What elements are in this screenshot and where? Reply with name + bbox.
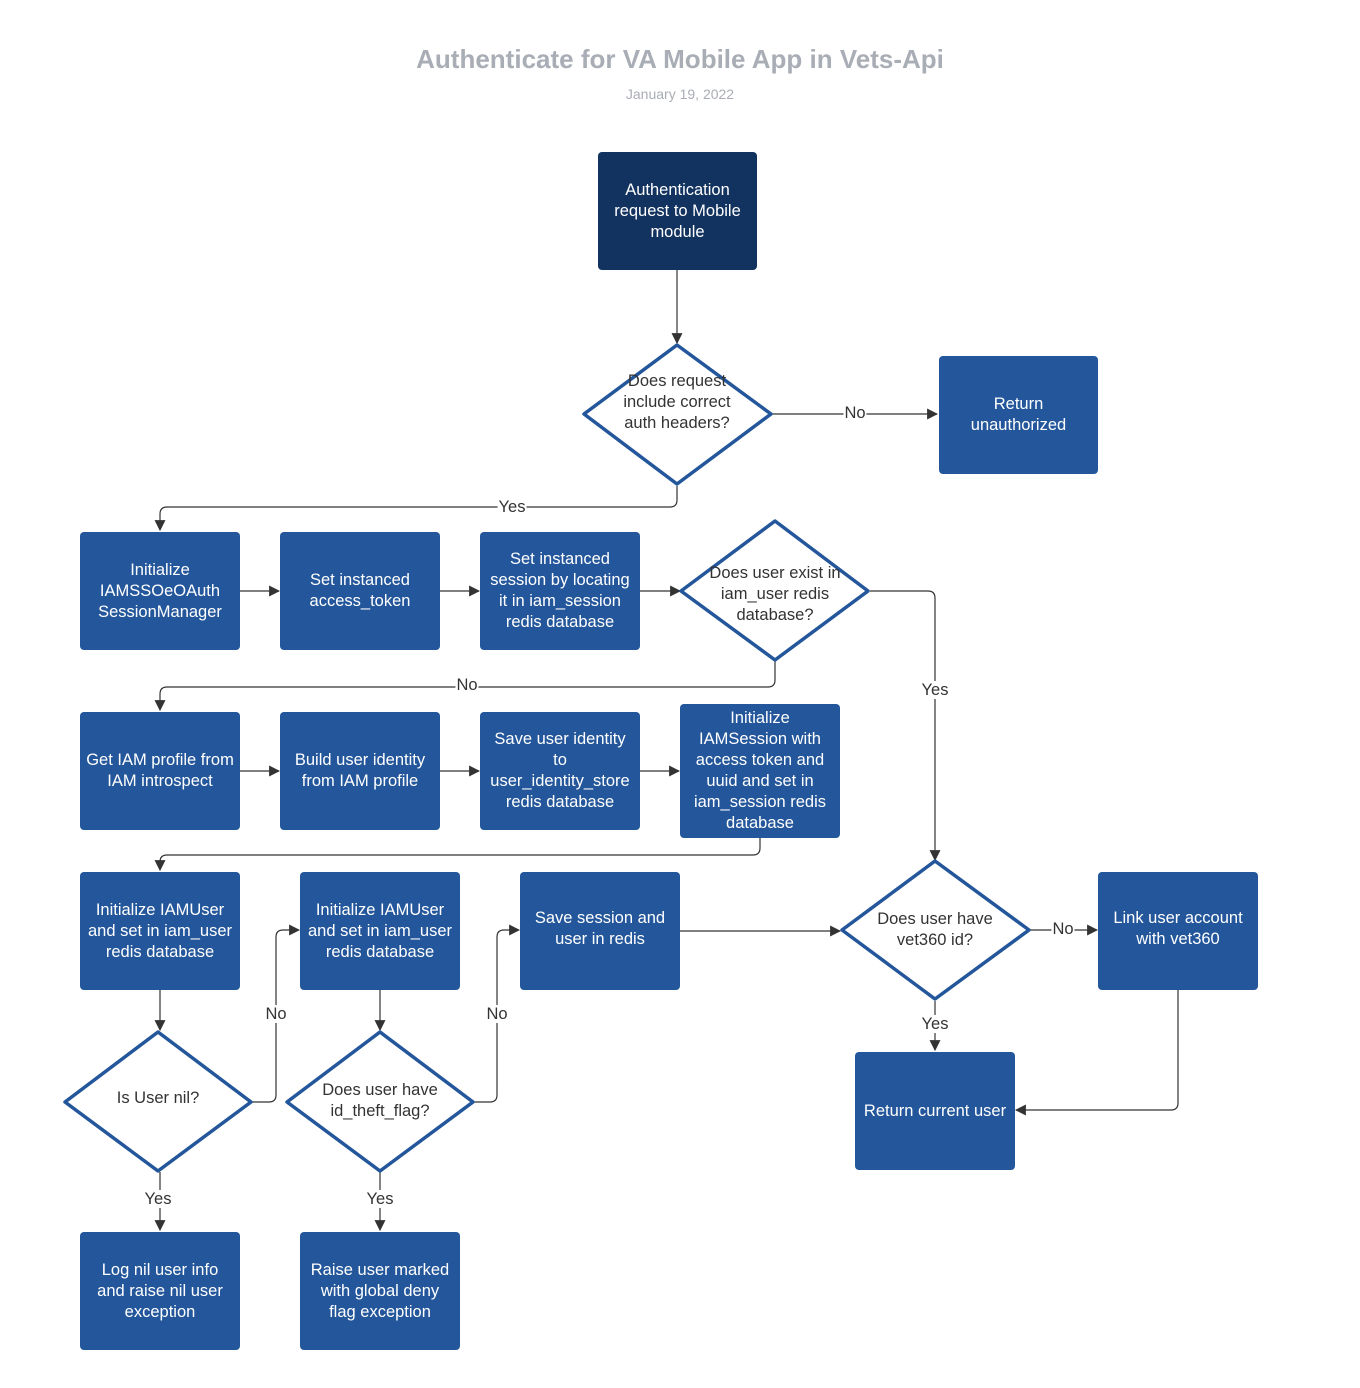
set-session-node: Set instanced session by locating it in … xyxy=(480,532,640,650)
init-iam-session-node: Initialize IAMSession with access token … xyxy=(680,704,840,838)
edge-link-to-return xyxy=(1014,990,1179,1116)
edge-label-auth-no: No xyxy=(843,404,867,422)
decision-user-exists: Does user exist in iam_user redis databa… xyxy=(709,563,841,624)
edge-iamsession-to-iamuser xyxy=(154,838,761,872)
edge-auth-yes xyxy=(154,486,678,532)
set-access-token-node: Set instanced access_token xyxy=(280,532,440,650)
edge-label-auth-yes: Yes xyxy=(497,498,527,516)
init-session-manager-node: Initialize IAMSSOeOAuth SessionManager xyxy=(80,532,240,650)
save-session-user-node: Save session and user in redis xyxy=(520,872,680,990)
get-iam-profile-node: Get IAM profile from IAM introspect xyxy=(80,712,240,830)
build-user-identity-node: Build user identity from IAM profile xyxy=(280,712,440,830)
init-iam-user-node-2: Initialize IAMUser and set in iam_user r… xyxy=(300,872,460,990)
decision-vet360: Does user have vet360 id? xyxy=(877,910,993,949)
decision-auth-headers: Does request include correct auth header… xyxy=(623,371,731,432)
decision-user-nil: Is User nil? xyxy=(116,1088,200,1107)
return-current-user-node: Return current user xyxy=(855,1052,1015,1170)
return-unauthorized-node: Return unauthorized xyxy=(939,356,1098,474)
edge-label-theft-yes: Yes xyxy=(365,1190,395,1208)
start-node: Authentication request to Mobile module xyxy=(598,152,757,270)
init-iam-user-node-1: Initialize IAMUser and set in iam_user r… xyxy=(80,872,240,990)
edge-label-exists-yes: Yes xyxy=(920,681,950,699)
edge-exists-yes xyxy=(870,590,941,862)
edge-label-vet360-no: No xyxy=(1051,920,1075,938)
log-nil-user-node: Log nil user info and raise nil user exc… xyxy=(80,1232,240,1350)
edge-label-exists-no: No xyxy=(455,676,479,694)
edge-label-nil-no: No xyxy=(264,1005,288,1023)
link-vet360-node: Link user account with vet360 xyxy=(1098,872,1258,990)
edge-label-theft-no: No xyxy=(485,1005,509,1023)
edge-label-vet360-yes: Yes xyxy=(920,1015,950,1033)
decision-id-theft: Does user have id_theft_flag? xyxy=(322,1081,438,1120)
raise-deny-flag-node: Raise user marked with global deny flag … xyxy=(300,1232,460,1350)
save-user-identity-node: Save user identity to user_identity_stor… xyxy=(480,712,640,830)
edge-label-nil-yes: Yes xyxy=(143,1190,173,1208)
